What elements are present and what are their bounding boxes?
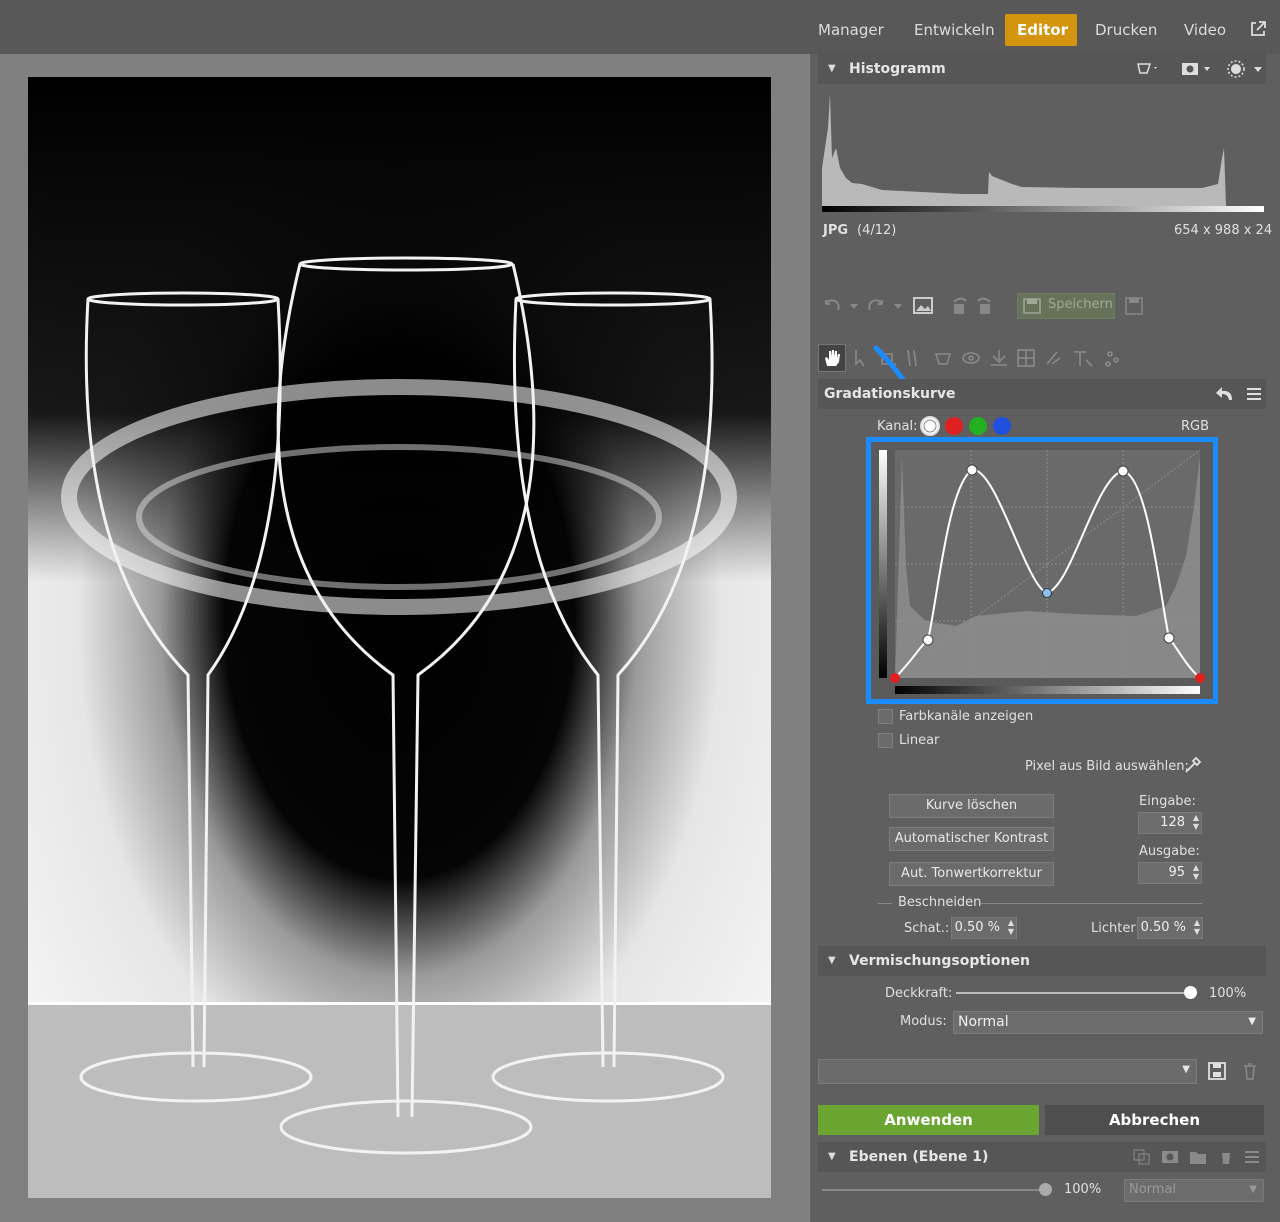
delete-preset-icon[interactable] — [1241, 1061, 1259, 1081]
show-channels-checkbox[interactable] — [878, 709, 893, 724]
divider — [980, 903, 1202, 904]
linear-checkbox[interactable] — [878, 733, 893, 748]
spinner-arrows-icon[interactable]: ▲ ▼ — [1193, 813, 1199, 831]
curves-header[interactable]: Gradationskurve — [818, 379, 1266, 409]
blend-mode-value: Normal — [958, 1014, 1009, 1030]
mode-label: Modus: — [900, 1014, 947, 1029]
blend-options-title: Vermischungsoptionen — [849, 953, 1030, 969]
menu-icon[interactable] — [1246, 386, 1262, 402]
input-label: Eingabe: — [1139, 794, 1196, 809]
tab-entwickeln[interactable]: Entwickeln — [902, 14, 1007, 46]
exposure-sun-icon[interactable] — [1226, 59, 1266, 79]
spinner-arrows-icon[interactable]: ▲ ▼ — [1008, 918, 1014, 936]
histogram-graph — [822, 88, 1264, 214]
save-as-icon[interactable] — [1124, 296, 1144, 316]
layer-mode-value: Normal — [1129, 1182, 1177, 1197]
show-channels-label: Farbkanäle anzeigen — [899, 709, 1034, 724]
tone-curve-graph[interactable] — [876, 446, 1206, 696]
tab-manager[interactable]: Manager — [806, 14, 896, 46]
opacity-slider-track[interactable] — [956, 992, 1190, 994]
undo-icon[interactable] — [822, 296, 862, 316]
channel-name: RGB — [1181, 419, 1210, 434]
pick-pixel-label: Pixel aus Bild auswählen: — [1025, 759, 1189, 774]
histogram-title: Histogramm — [849, 61, 946, 77]
chevron-down-icon: ▼ — [1249, 1184, 1257, 1195]
redo-icon[interactable] — [866, 296, 906, 316]
opacity-value: 100% — [1209, 986, 1247, 1001]
file-index-label: (4/12) — [857, 223, 897, 238]
image-dimensions-label: 654 x 988 x 24 — [1174, 223, 1273, 238]
shadows-field[interactable]: 0.50 % ▲ ▼ — [951, 917, 1017, 939]
curves-title: Gradationskurve — [824, 386, 956, 402]
layer-opacity-handle[interactable] — [1039, 1183, 1052, 1196]
clip-label: Beschneiden — [898, 895, 982, 910]
shadows-value: 0.50 % — [954, 920, 1000, 935]
auto-contrast-button[interactable]: Automatischer Kontrast — [889, 827, 1054, 851]
mask-icon[interactable] — [1180, 61, 1214, 77]
tab-drucken[interactable]: Drucken — [1083, 14, 1169, 46]
input-value: 128 — [1160, 815, 1185, 830]
collapse-triangle-icon: ▼ — [828, 955, 836, 966]
photo-preview[interactable] — [28, 77, 771, 1198]
spinner-arrows-icon[interactable]: ▲ ▼ — [1194, 918, 1200, 936]
layers-title: Ebenen (Ebene 1) — [849, 1149, 989, 1165]
output-value-field[interactable]: 95 ▲ ▼ — [1138, 862, 1202, 884]
highlights-label: Lichter: — [1091, 921, 1140, 936]
clear-curve-button[interactable]: Kurve löschen — [889, 794, 1054, 818]
hand-icon — [825, 350, 840, 366]
divider — [878, 903, 892, 904]
auto-levels-button[interactable]: Aut. Tonwertkorrektur — [889, 862, 1054, 886]
highlights-value: 0.50 % — [1140, 920, 1186, 935]
preset-select[interactable]: ▼ — [818, 1059, 1197, 1084]
reset-arrow-icon[interactable] — [1216, 386, 1234, 402]
tab-editor[interactable]: Editor — [1005, 14, 1077, 46]
linear-label: Linear — [899, 733, 940, 748]
external-link-icon[interactable] — [1249, 20, 1267, 38]
top-navigation-bar: Manager Entwickeln Editor Drucken Video — [0, 0, 1280, 54]
compare-icon[interactable] — [950, 296, 1000, 316]
layer-mode-select[interactable]: Normal ▼ — [1124, 1179, 1264, 1202]
output-label: Ausgabe: — [1139, 844, 1200, 859]
tab-video[interactable]: Video — [1172, 14, 1238, 46]
file-format-label: JPG — [823, 223, 849, 238]
input-value-field[interactable]: 128 ▲ ▼ — [1138, 812, 1202, 834]
layers-header[interactable]: ▼ Ebenen (Ebene 1) — [818, 1142, 1266, 1172]
layer-actions-icons[interactable] — [1132, 1148, 1262, 1166]
save-preset-icon[interactable] — [1207, 1061, 1227, 1081]
chevron-down-icon: ▼ — [1182, 1064, 1190, 1075]
save-disk-icon — [1023, 298, 1041, 314]
channel-selector[interactable] — [919, 414, 1015, 438]
image-icon[interactable] — [912, 296, 934, 316]
layer-opacity-slider[interactable] — [822, 1189, 1046, 1191]
cancel-button[interactable]: Abbrechen — [1045, 1105, 1264, 1135]
spinner-arrows-icon[interactable]: ▲ ▼ — [1193, 863, 1199, 881]
wine-glasses-image — [28, 77, 771, 1198]
opacity-slider-handle[interactable] — [1184, 986, 1197, 999]
collapse-triangle-icon: ▼ — [828, 63, 836, 74]
channel-label: Kanal: — [877, 419, 918, 434]
layer-opacity-value: 100% — [1064, 1182, 1102, 1197]
crop-icon[interactable] — [1136, 61, 1158, 77]
output-value: 95 — [1168, 865, 1185, 880]
apply-button[interactable]: Anwenden — [818, 1105, 1039, 1135]
chevron-down-icon: ▼ — [1248, 1016, 1256, 1027]
shadows-label: Schat.: — [904, 921, 950, 936]
collapse-triangle-icon: ▼ — [828, 1151, 836, 1162]
opacity-label: Deckkraft: — [885, 986, 953, 1001]
histogram-header[interactable]: ▼ Histogramm — [818, 54, 1266, 84]
blend-mode-select[interactable]: Normal ▼ — [953, 1011, 1263, 1034]
highlights-field[interactable]: 0.50 % ▲ ▼ — [1137, 917, 1203, 939]
blend-options-header[interactable]: ▼ Vermischungsoptionen — [818, 946, 1266, 976]
eyedropper-icon[interactable] — [1183, 753, 1203, 775]
